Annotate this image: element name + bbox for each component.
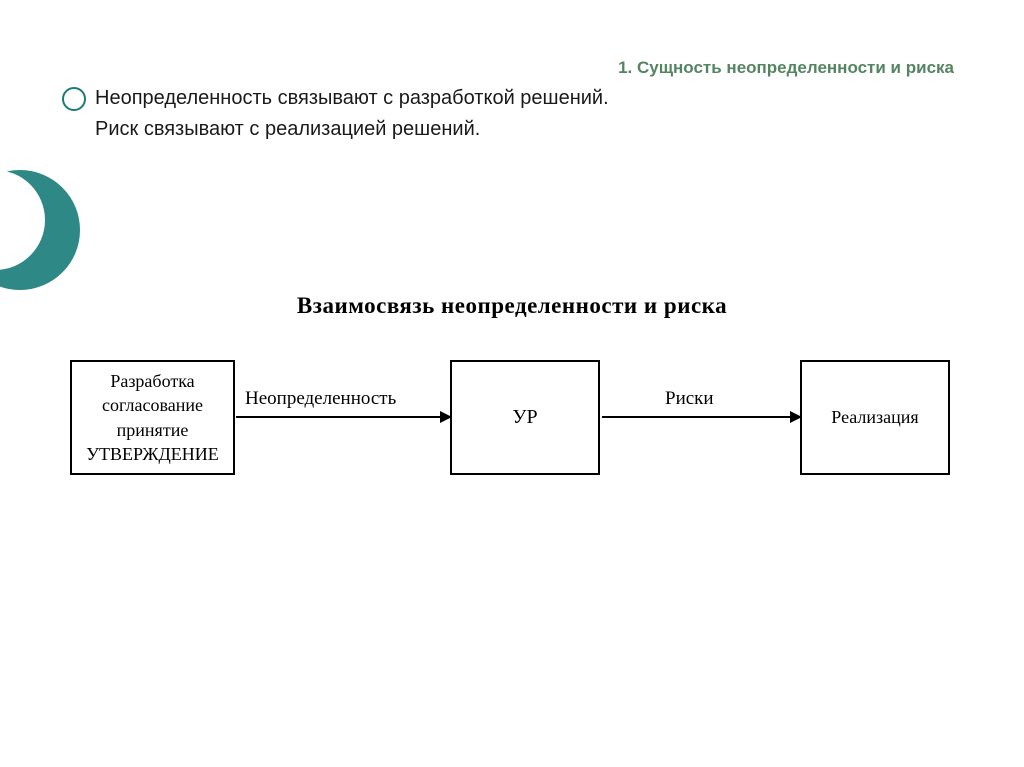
box1-l3: принятие [117, 418, 189, 442]
bullet-circle-icon [62, 87, 84, 109]
body-line-1: Неопределенность связывают с разработкой… [95, 83, 609, 114]
box-realization: Реализация [800, 360, 950, 475]
crescent-decor-icon [0, 165, 85, 295]
box1-l1: Разработка [110, 369, 194, 393]
box-ur: УР [450, 360, 600, 475]
diagram-title: Взаимосвязь неопределенности и риска [0, 293, 1024, 319]
slide-title: 1. Сущность неопределенности и риска [618, 58, 954, 78]
diagram-container: Разработка согласование принятие УТВЕРЖД… [0, 360, 1024, 560]
box1-l2: согласование [102, 393, 203, 417]
arrow-2-line [602, 416, 790, 418]
edge-label-uncertainty: Неопределенность [245, 388, 396, 410]
body-text: Неопределенность связывают с разработкой… [95, 83, 609, 145]
body-line-2: Риск связывают с реализацией решений. [95, 114, 609, 145]
box1-l4: УТВЕРЖДЕНИЕ [86, 442, 219, 466]
arrow-1-line [236, 416, 441, 418]
box-development: Разработка согласование принятие УТВЕРЖД… [70, 360, 235, 475]
box2-text: УР [512, 404, 537, 431]
edge-label-risks: Риски [665, 388, 714, 410]
box3-text: Реализация [831, 405, 918, 429]
